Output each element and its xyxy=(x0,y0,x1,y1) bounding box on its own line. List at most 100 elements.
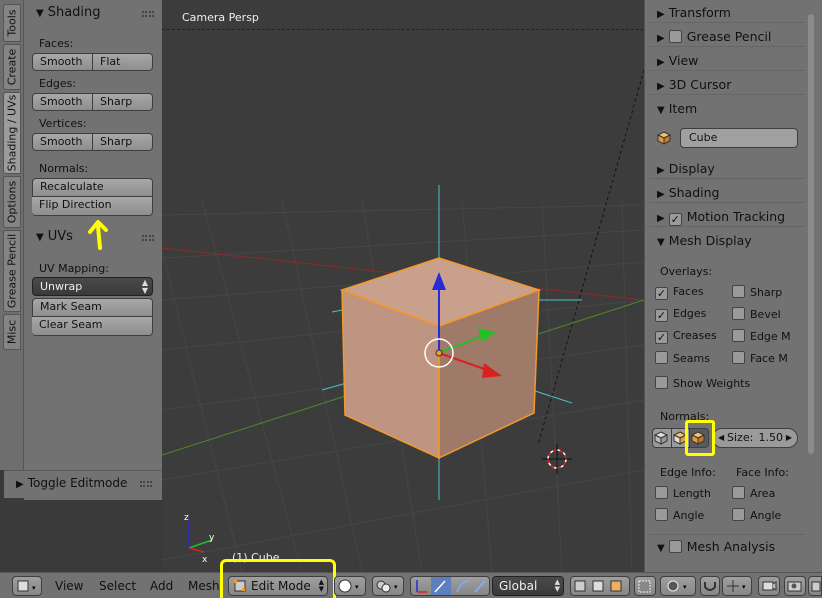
seams-checkbox[interactable] xyxy=(655,351,668,364)
face-marks-checkbox[interactable] xyxy=(732,351,745,364)
sharp-overlay-option[interactable]: Sharp xyxy=(732,285,782,299)
mark-seam-button[interactable]: Mark Seam xyxy=(32,298,153,317)
length-checkbox[interactable] xyxy=(655,486,668,499)
3d-cursor-panel-header[interactable]: ▶ 3D Cursor xyxy=(649,73,805,95)
shading-panel-header[interactable]: ▶ Shading xyxy=(649,181,805,203)
edge-angle-checkbox[interactable] xyxy=(655,508,668,521)
faces-checkbox[interactable]: ✓ xyxy=(655,287,668,300)
properties-scrollbar[interactable] xyxy=(806,4,816,564)
normal-size-field[interactable]: ◀ Size: 1.50 ▶ xyxy=(712,428,798,448)
mesh-analysis-panel-header[interactable]: ▼ Mesh Analysis xyxy=(649,534,805,556)
object-name-field[interactable]: Cube xyxy=(680,128,798,148)
area-option[interactable]: Area xyxy=(732,486,775,500)
viewport-header-edge xyxy=(162,29,644,30)
proportional-edit-button[interactable]: ▾ xyxy=(660,576,696,596)
vertices-sharp-button[interactable]: Sharp xyxy=(93,133,153,151)
pivot-point-button[interactable]: ▾ xyxy=(372,576,404,596)
edge-marks-checkbox[interactable] xyxy=(732,329,745,342)
edges-sharp-button[interactable]: Sharp xyxy=(93,93,153,111)
edges-overlay-option[interactable]: ✓ Edges xyxy=(655,307,706,322)
mesh-display-panel-header[interactable]: ▼ Mesh Display xyxy=(649,229,805,251)
edge-marks-overlay-option[interactable]: Edge M xyxy=(732,329,791,343)
up-down-arrow-icon: ▲ ▼ xyxy=(554,578,560,593)
bevel-overlay-option[interactable]: Bevel xyxy=(732,307,781,321)
faces-smooth-button[interactable]: Smooth xyxy=(32,53,93,71)
area-checkbox[interactable] xyxy=(732,486,745,499)
svg-text:y: y xyxy=(209,533,215,543)
clear-seam-button[interactable]: Clear Seam xyxy=(32,317,153,336)
vertex-normals-button[interactable] xyxy=(652,428,672,448)
transform-panel-header[interactable]: ▶ Transform xyxy=(649,1,805,23)
mesh-menu[interactable]: Mesh xyxy=(188,579,220,593)
edges-smooth-button[interactable]: Smooth xyxy=(32,93,93,111)
3d-viewport[interactable]: z y x Camera Persp (1) Cube xyxy=(162,0,644,572)
seams-overlay-option[interactable]: Seams xyxy=(655,351,710,365)
3d-cursor-icon[interactable] xyxy=(542,444,572,474)
tool-shelf-tabs: Tools Create Shading / UVs Options Greas… xyxy=(0,0,24,470)
mesh-analysis-checkbox[interactable] xyxy=(668,540,682,553)
view-menu[interactable]: View xyxy=(55,579,83,593)
collapse-arrow-icon: ▼ xyxy=(657,543,665,554)
creases-overlay-option[interactable]: ✓ Creases xyxy=(655,329,717,344)
shading-panel-header[interactable]: ▼ Shading xyxy=(24,4,160,26)
view-panel-header[interactable]: ▶ View xyxy=(649,49,805,71)
tab-tools[interactable]: Tools xyxy=(3,4,21,42)
expand-arrow-icon: ▶ xyxy=(657,81,665,92)
overflow-button[interactable] xyxy=(808,576,822,596)
snap-toggle-button[interactable] xyxy=(700,576,720,596)
vertices-smooth-button[interactable]: Smooth xyxy=(32,133,93,151)
camera-render-button[interactable] xyxy=(784,576,806,596)
drag-handle-icon[interactable] xyxy=(142,11,154,17)
tab-grease-pencil[interactable]: Grease Pencil xyxy=(3,230,21,312)
edge-angle-option[interactable]: Angle xyxy=(655,508,704,522)
scrollbar-thumb[interactable] xyxy=(808,14,814,454)
face-marks-overlay-option[interactable]: Face M xyxy=(732,351,788,365)
faces-overlay-option[interactable]: ✓ Faces xyxy=(655,285,704,300)
tab-create[interactable]: Create xyxy=(3,44,21,90)
vertices-label: Vertices: xyxy=(39,117,87,130)
drag-handle-icon[interactable] xyxy=(140,481,152,487)
solid-shading-icon: ▾ xyxy=(338,579,359,593)
editor-type-button[interactable]: ▾ xyxy=(12,576,42,596)
increment-arrow-icon[interactable]: ▶ xyxy=(786,429,792,447)
faces-flat-button[interactable]: Flat xyxy=(93,53,153,71)
creases-checkbox[interactable]: ✓ xyxy=(655,331,668,344)
display-panel-header[interactable]: ▶ Display xyxy=(649,157,805,179)
grease-pencil-checkbox[interactable] xyxy=(668,30,682,43)
face-angle-checkbox[interactable] xyxy=(732,508,745,521)
motion-tracking-checkbox[interactable]: ✓ xyxy=(668,213,682,226)
grease-pencil-panel-header[interactable]: ▶ Grease Pencil xyxy=(649,25,805,47)
bevel-checkbox[interactable] xyxy=(732,307,745,320)
show-weights-option[interactable]: Show Weights xyxy=(655,376,750,390)
expand-arrow-icon: ▶ xyxy=(657,189,665,200)
limit-selection-button[interactable] xyxy=(634,576,656,596)
uv-mapping-label: UV Mapping: xyxy=(39,262,109,275)
flip-direction-button[interactable]: Flip Direction xyxy=(32,197,153,216)
motion-tracking-panel-header[interactable]: ▶ ✓ Motion Tracking xyxy=(649,205,805,227)
select-menu[interactable]: Select xyxy=(99,579,136,593)
3d-view-icon: ▾ xyxy=(17,580,36,592)
viewport-shading-button[interactable]: ▾ xyxy=(334,576,366,596)
recalculate-button[interactable]: Recalculate xyxy=(32,178,153,197)
normals-label: Normals: xyxy=(39,162,89,175)
add-menu[interactable]: Add xyxy=(150,579,173,593)
snap-element-button[interactable]: ▾ xyxy=(722,576,752,596)
faces-shading-row: Smooth Flat xyxy=(32,53,153,71)
faces-label: Faces: xyxy=(39,37,74,50)
opengl-render-button[interactable] xyxy=(758,576,780,596)
tab-options[interactable]: Options xyxy=(3,176,21,228)
properties-panel: ▶ Transform ▶ Grease Pencil ▶ View ▶ 3D Curs… xyxy=(644,0,822,572)
face-angle-option[interactable]: Angle xyxy=(732,508,781,522)
toggle-editmode-panel[interactable]: ▶ Toggle Editmode xyxy=(4,470,162,498)
length-option[interactable]: Length xyxy=(655,486,711,500)
tab-shading-uvs[interactable]: Shading / UVs xyxy=(3,92,21,174)
decrement-arrow-icon[interactable]: ◀ xyxy=(718,429,724,447)
sharp-checkbox[interactable] xyxy=(732,285,745,298)
edges-checkbox[interactable]: ✓ xyxy=(655,309,668,322)
show-weights-checkbox[interactable] xyxy=(655,376,668,389)
transform-orientation-selector[interactable]: Global ▲ ▼ xyxy=(492,576,564,596)
drag-handle-icon[interactable] xyxy=(142,235,154,241)
tab-misc[interactable]: Misc xyxy=(3,314,21,350)
unwrap-dropdown[interactable]: Unwrap ▲ ▼ xyxy=(32,277,153,296)
item-panel-header[interactable]: ▼ Item xyxy=(649,97,805,119)
